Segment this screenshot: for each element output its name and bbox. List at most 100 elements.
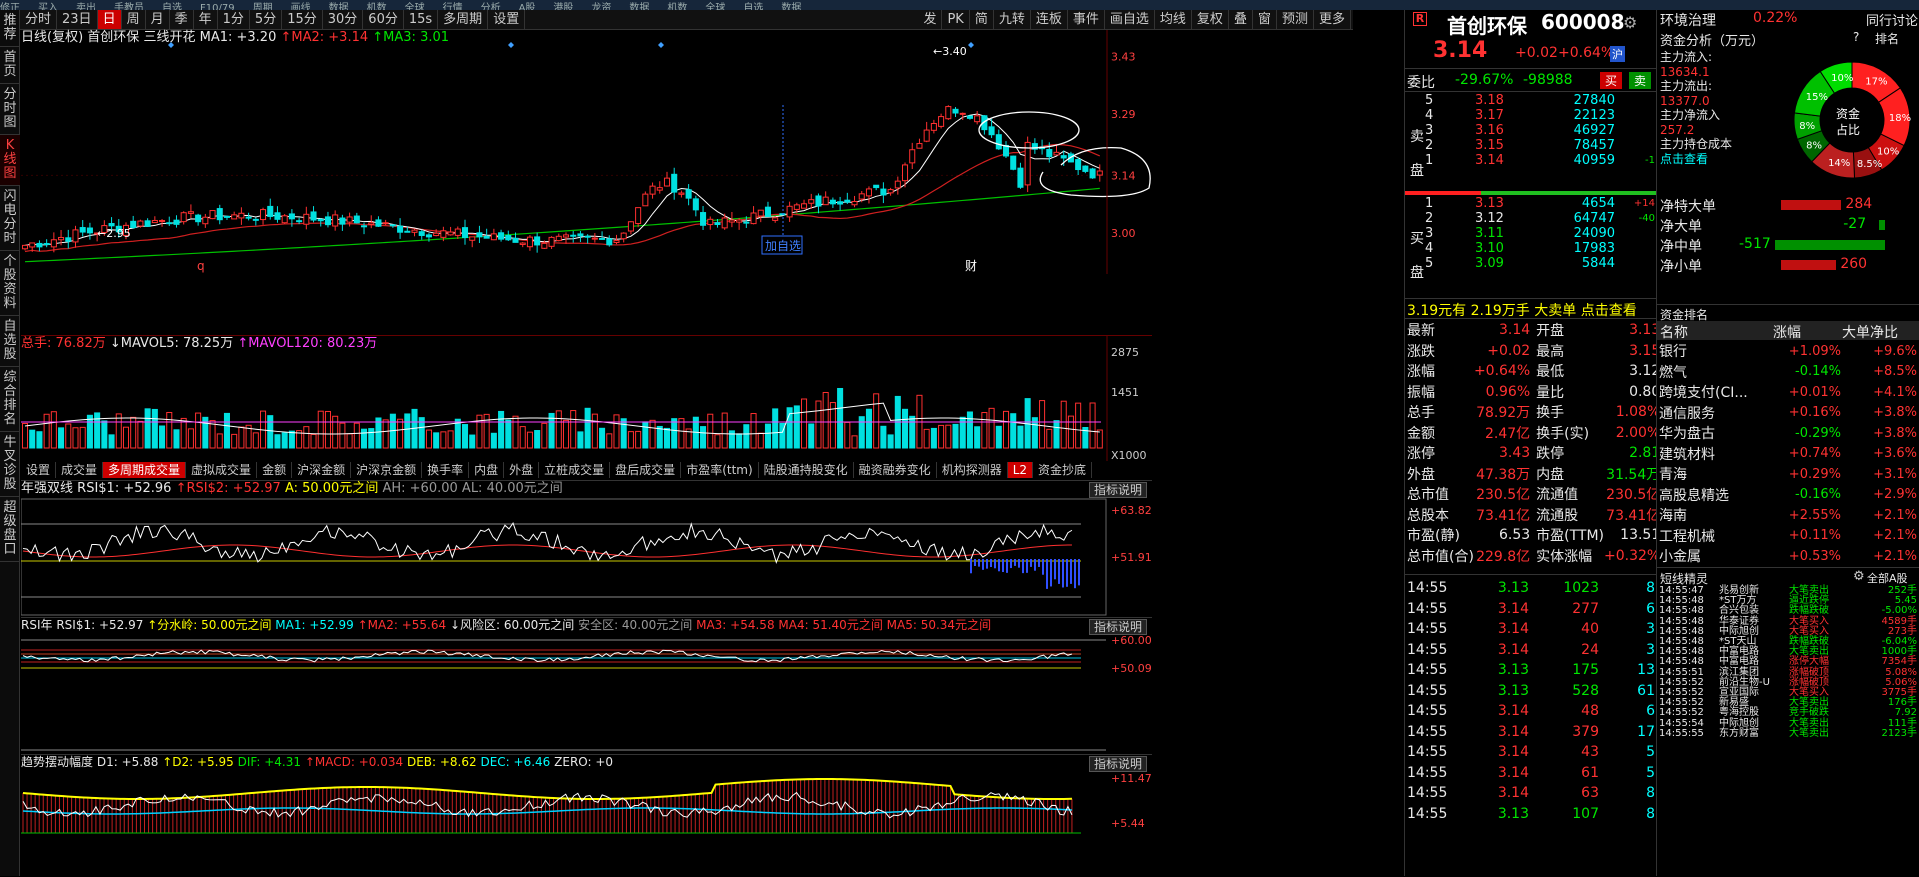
period-button[interactable]: 15分 — [282, 10, 323, 29]
indicator-tab[interactable]: 沪深金额 — [292, 462, 352, 478]
settings-gear-icon[interactable]: ⚙ — [1623, 13, 1637, 32]
tool-button[interactable]: 九转 — [994, 10, 1031, 29]
period-button[interactable]: 1分 — [218, 10, 250, 29]
volume-chart[interactable]: 2875 1451 X1000 — [21, 336, 1152, 461]
bid-row[interactable]: 2 3.12 64747 -40 — [1425, 211, 1655, 226]
indicator-tab[interactable]: 金额 — [257, 462, 293, 478]
sector-row[interactable]: 燃气 -0.14% +8.5% — [1659, 362, 1917, 383]
flash-settings-gear-icon[interactable]: ⚙ — [1853, 569, 1865, 584]
period-button[interactable]: 设置 — [488, 10, 526, 29]
tool-button[interactable]: 事件 — [1068, 10, 1105, 29]
indicator-tab[interactable]: 外盘 — [504, 462, 540, 478]
period-button[interactable]: 5分 — [250, 10, 283, 29]
indicator-tab[interactable]: 资金抄底 — [1033, 462, 1093, 478]
sector-row[interactable]: 通信服务 +0.16% +3.8% — [1659, 403, 1917, 424]
ask-row[interactable]: 1 3.14 40959 -1 — [1425, 153, 1655, 168]
indicator-tab[interactable]: 沪深京金额 — [351, 462, 423, 478]
ask-row[interactable]: 2 3.15 78457 — [1425, 138, 1655, 153]
big-order-bar[interactable]: 3.19元有 2.19万手 大卖单 点击查看 — [1407, 300, 1637, 320]
header-name[interactable]: 名称 — [1660, 322, 1688, 342]
header-bignet[interactable]: 大单净比 — [1842, 322, 1898, 342]
big-order-view-link[interactable]: 点击查看 — [1581, 303, 1637, 319]
indicator-tab[interactable]: 虚拟成交量 — [186, 462, 258, 478]
tool-button[interactable]: 窗 — [1253, 10, 1277, 29]
indicator-tab[interactable]: 成交量 — [56, 462, 104, 478]
indicator-tab[interactable]: L2 — [1007, 462, 1034, 478]
indicator-tab[interactable]: 市盈率(ttm) — [681, 462, 759, 478]
sector-row[interactable]: 华为盘古 -0.29% +3.8% — [1659, 423, 1917, 444]
left-nav-item[interactable]: K线图 — [0, 135, 20, 186]
period-button[interactable]: 周 — [122, 10, 146, 29]
indicator-tab[interactable]: 融资融券变化 — [854, 462, 937, 478]
period-button[interactable]: 多周期 — [438, 10, 489, 29]
fund-line[interactable]: 点击查看 — [1660, 152, 1732, 167]
flash-row[interactable]: 14:55:48 中富电路 涨停大幅 7354手 — [1659, 657, 1917, 667]
sector-row[interactable]: 青海 +0.29% +3.1% — [1659, 464, 1917, 485]
sector-row[interactable]: 高股息精选 -0.16% +2.9% — [1659, 485, 1917, 506]
kline-chart[interactable]: 3.43 3.29 3.14 3.00 ←3.40 ←2.95 加自选 q 财 — [21, 30, 1152, 274]
period-button[interactable]: 30分 — [323, 10, 364, 29]
indicator-tab[interactable]: 机构探测器 — [937, 462, 1008, 478]
bid-row[interactable]: 4 3.10 17983 — [1425, 241, 1655, 256]
indicator-tab[interactable]: 立桩成交量 — [539, 462, 611, 478]
indicator-tab[interactable]: 陆股通持股变化 — [759, 462, 854, 478]
sector-name[interactable]: 环境治理 — [1660, 10, 1716, 30]
ask-row[interactable]: 5 3.18 27840 — [1425, 93, 1655, 108]
indicator-tab[interactable]: 设置 — [21, 462, 57, 478]
rsi-dual-panel[interactable]: 年强双线 RSI$1: +52.96 ↑RSI$2: +52.97 A: 50.… — [21, 480, 1152, 616]
header-pct[interactable]: 涨幅 — [1773, 322, 1801, 342]
sector-row[interactable]: 海南 +2.55% +2.1% — [1659, 505, 1917, 526]
indicator-tab[interactable]: 盘后成交量 — [610, 462, 682, 478]
tool-button[interactable]: 连板 — [1031, 10, 1068, 29]
sector-row[interactable]: 工程机械 +0.11% +2.1% — [1659, 526, 1917, 547]
ask-row[interactable]: 4 3.17 22123 — [1425, 108, 1655, 123]
flash-row[interactable]: 14:55:52 粤海控股 竞手破跌 7.92 — [1659, 708, 1917, 718]
tool-button[interactable]: 预测 — [1277, 10, 1314, 29]
period-button[interactable]: 月 — [146, 10, 170, 29]
left-nav-item[interactable]: 首页 — [0, 47, 20, 84]
tool-button[interactable]: 画自选 — [1105, 10, 1155, 29]
sector-row[interactable]: 跨境支付(CI... +0.01% +4.1% — [1659, 382, 1917, 403]
left-nav-item[interactable]: 闪电分时 — [0, 186, 20, 251]
left-nav-item[interactable]: 牛叉诊股 — [0, 432, 20, 497]
flash-row[interactable]: 14:55:55 东方财富 大笔卖出 2123手 — [1659, 728, 1917, 739]
left-nav-item[interactable]: 分时图 — [0, 84, 20, 135]
rsi-year-panel[interactable]: RSI年 RSI$1: +52.97 ↑分水岭: 50.00元之间 MA1: +… — [21, 617, 1152, 753]
flash-filter-select[interactable]: 全部A股 — [1867, 570, 1908, 586]
bid-row[interactable]: 5 3.09 5844 — [1425, 256, 1655, 271]
rsi-year-chart[interactable]: +60.00 +50.09 — [21, 618, 1152, 754]
left-nav-item[interactable]: 个股资料 — [0, 251, 20, 316]
tool-button[interactable]: 均线 — [1155, 10, 1192, 29]
tool-button[interactable]: 发 — [918, 10, 943, 29]
ask-row[interactable]: 3 3.16 46927 — [1425, 123, 1655, 138]
kline-panel[interactable]: 日线(复权) 首创环保 三线开花 MA1: +3.20 ↑MA2: +3.14 … — [21, 30, 1152, 274]
peer-discussion-link[interactable]: 同行讨论 — [1866, 10, 1918, 29]
trend-panel[interactable]: 趋势摆动幅度 D1: +5.88 ↑D2: +5.95 DIF: +4.31 ↑… — [21, 754, 1152, 876]
period-button[interactable]: 年 — [194, 10, 218, 29]
left-nav-item[interactable]: 自选股 — [0, 316, 20, 367]
period-button[interactable]: 日 — [97, 10, 122, 29]
rsi-dual-chart[interactable]: +63.82 +51.91 — [21, 481, 1152, 617]
tool-button[interactable]: 更多 — [1314, 10, 1351, 29]
buy-button[interactable]: 买 — [1600, 72, 1623, 89]
sell-button[interactable]: 卖 — [1629, 72, 1652, 89]
bid-row[interactable]: 3 3.11 24090 — [1425, 226, 1655, 241]
indicator-tab[interactable]: 多周期成交量 — [103, 462, 187, 478]
period-button[interactable]: 分时 — [20, 10, 58, 29]
indicator-tab[interactable]: 换手率 — [422, 462, 470, 478]
trend-chart[interactable]: +11.47 +5.44 — [21, 755, 1152, 877]
left-nav-item[interactable]: 综合排名 — [0, 367, 20, 432]
period-button[interactable]: 23日 — [57, 10, 98, 29]
left-nav-item[interactable]: 超级盘口 — [0, 497, 20, 562]
bid-row[interactable]: 1 3.13 4654 +14 — [1425, 196, 1655, 211]
tool-button[interactable]: 叠 — [1229, 10, 1253, 29]
period-button[interactable]: 15s — [404, 10, 439, 29]
left-nav-item[interactable]: 推荐 — [0, 10, 20, 47]
sector-row[interactable]: 小金属 +0.53% +2.1% — [1659, 546, 1917, 567]
tool-button[interactable]: 复权 — [1192, 10, 1229, 29]
period-button[interactable]: 60分 — [363, 10, 404, 29]
volume-panel[interactable]: 总手: 76.82万 ↓MAVOL5: 78.25万 ↑MAVOL120: 80… — [21, 335, 1152, 461]
indicator-tab[interactable]: 内盘 — [469, 462, 505, 478]
tool-button[interactable]: 简 — [970, 10, 994, 29]
rank-link[interactable]: 排名 — [1875, 30, 1899, 47]
